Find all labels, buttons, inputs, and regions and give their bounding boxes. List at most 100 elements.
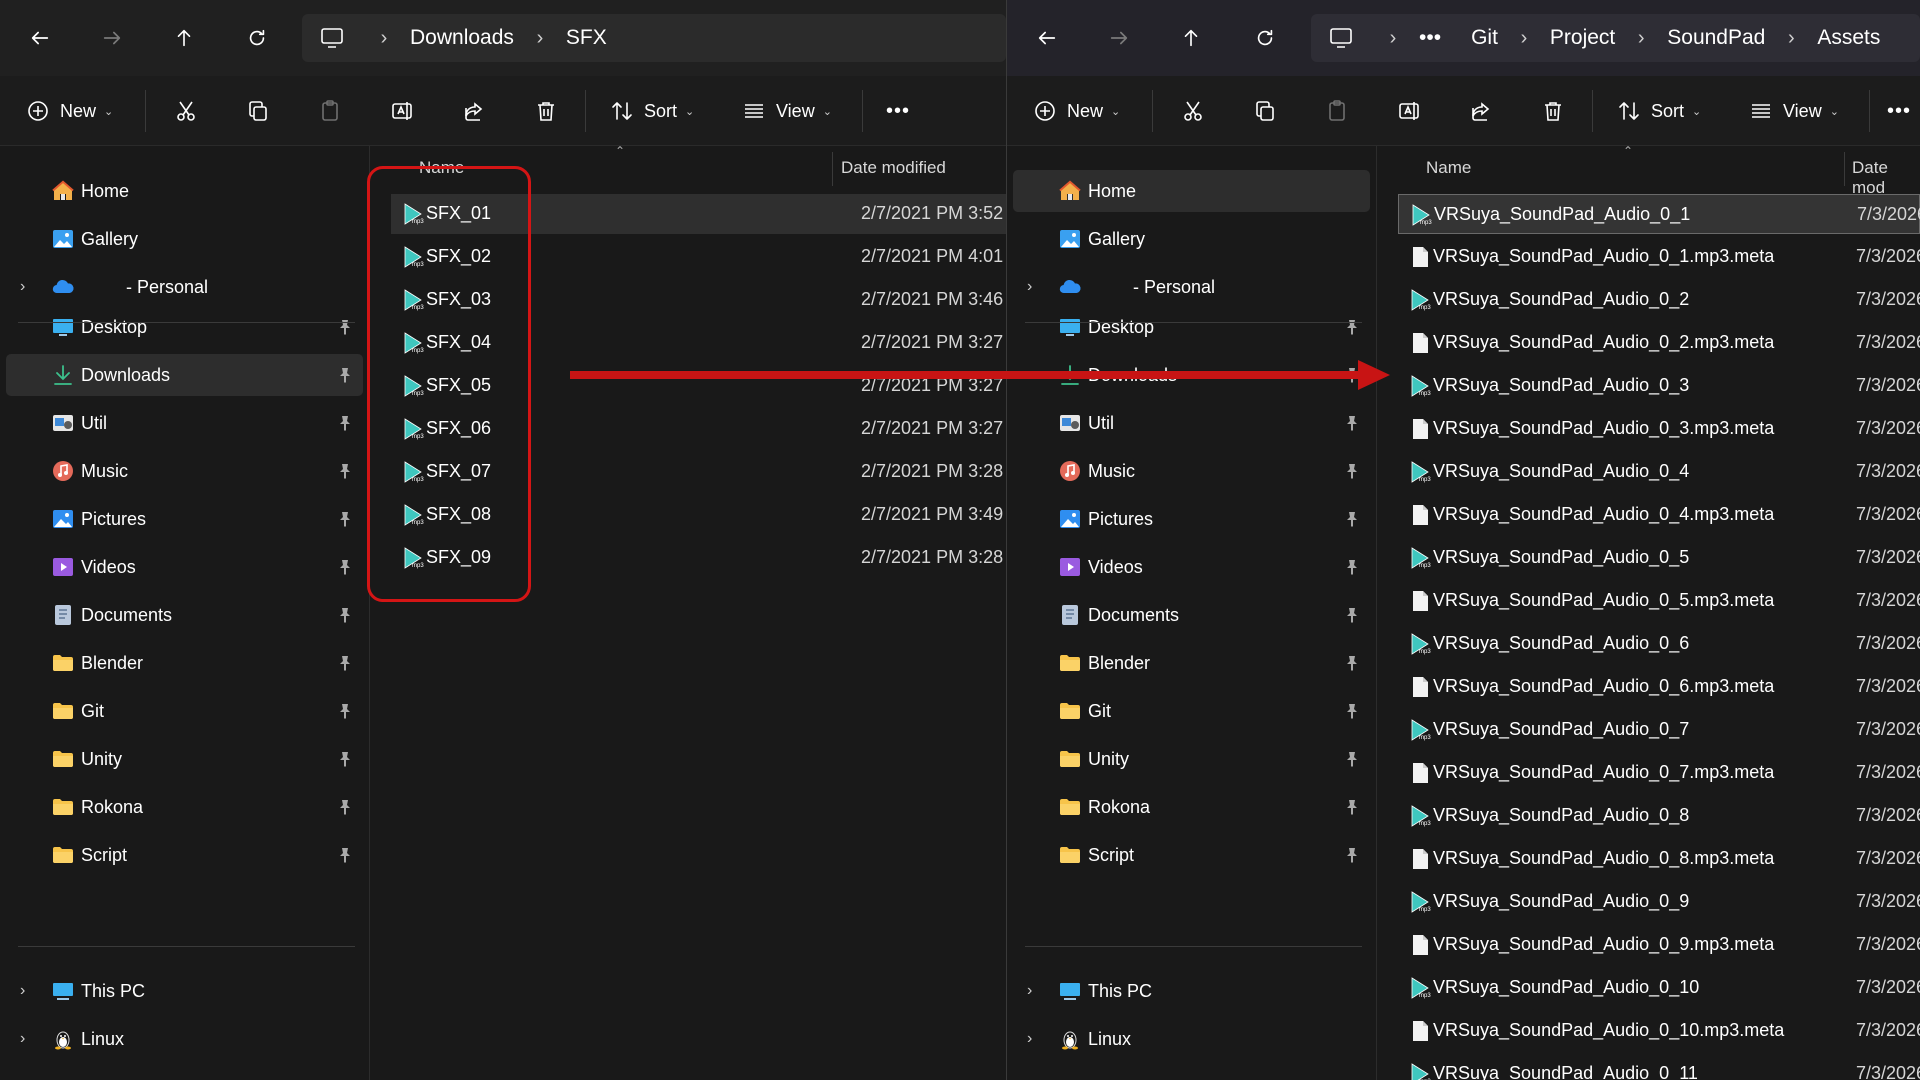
sidebar-item-rokona[interactable]: Rokona bbox=[6, 786, 363, 828]
column-date-header[interactable]: Date modified bbox=[841, 158, 946, 178]
refresh-button[interactable] bbox=[1247, 20, 1283, 56]
sidebar-item-this-pc[interactable]: › This PC bbox=[1013, 970, 1370, 1012]
back-button[interactable] bbox=[22, 20, 58, 56]
file-row[interactable]: VRSuya_SoundPad_Audio_0_2.mp3.meta 7/3/20… bbox=[1398, 323, 1920, 363]
sidebar-item-this-pc[interactable]: › This PC bbox=[6, 970, 363, 1012]
copy-button[interactable] bbox=[246, 88, 270, 134]
sidebar-item-linux[interactable]: › Linux bbox=[6, 1018, 363, 1060]
file-row[interactable]: mp3 VRSuya_SoundPad_Audio_0_4 7/3/2026 bbox=[1398, 452, 1920, 492]
file-row[interactable]: mp3 VRSuya_SoundPad_Audio_0_5 7/3/2026 bbox=[1398, 538, 1920, 578]
share-button[interactable] bbox=[1469, 88, 1493, 134]
sidebar-item-unity[interactable]: Unity bbox=[6, 738, 363, 780]
sidebar-item-blender[interactable]: Blender bbox=[1013, 642, 1370, 684]
cut-button[interactable] bbox=[1181, 88, 1205, 134]
sidebar-item-gallery[interactable]: Gallery bbox=[6, 218, 363, 260]
sidebar-item-music[interactable]: Music bbox=[1013, 450, 1370, 492]
back-button[interactable] bbox=[1029, 20, 1065, 56]
up-button[interactable] bbox=[166, 20, 202, 56]
breadcrumb-item[interactable]: SFX bbox=[562, 26, 611, 50]
chevron-right-icon[interactable]: › bbox=[1027, 1030, 1047, 1048]
paste-button[interactable] bbox=[318, 88, 342, 134]
paste-button[interactable] bbox=[1325, 88, 1349, 134]
cut-button[interactable] bbox=[174, 88, 198, 134]
monitor-icon[interactable] bbox=[302, 27, 362, 49]
new-button[interactable]: New ⌄ bbox=[1033, 88, 1120, 134]
sidebar-item-documents[interactable]: Documents bbox=[6, 594, 363, 636]
sidebar-item-pictures[interactable]: Pictures bbox=[6, 498, 363, 540]
sidebar-item-script[interactable]: Script bbox=[6, 834, 363, 876]
file-row[interactable]: VRSuya_SoundPad_Audio_0_4.mp3.meta 7/3/20… bbox=[1398, 495, 1920, 535]
sidebar-item-personal[interactable]: › - Personal bbox=[6, 266, 363, 308]
file-row[interactable]: mp3 VRSuya_SoundPad_Audio_0_6 7/3/2026 bbox=[1398, 624, 1920, 664]
file-row[interactable]: mp3 VRSuya_SoundPad_Audio_0_9 7/3/2026 bbox=[1398, 882, 1920, 922]
more-options-button[interactable]: ••• bbox=[1887, 88, 1911, 134]
forward-button[interactable] bbox=[94, 20, 130, 56]
file-row[interactable]: mp3 VRSuya_SoundPad_Audio_0_3 7/3/2026 bbox=[1398, 366, 1920, 406]
sidebar-item-personal[interactable]: › - Personal bbox=[1013, 266, 1370, 308]
more-options-button[interactable]: ••• bbox=[886, 88, 910, 134]
chevron-right-icon[interactable]: › bbox=[20, 1030, 40, 1048]
new-button[interactable]: New ⌄ bbox=[26, 88, 113, 134]
view-button[interactable]: View ⌄ bbox=[1749, 88, 1839, 134]
file-row[interactable]: mp3 VRSuya_SoundPad_Audio_0_7 7/3/2026 bbox=[1398, 710, 1920, 750]
chevron-right-icon[interactable]: › bbox=[20, 982, 40, 1000]
rename-button[interactable] bbox=[1397, 88, 1421, 134]
sidebar-item-videos[interactable]: Videos bbox=[1013, 546, 1370, 588]
sidebar-item-util[interactable]: Util bbox=[6, 402, 363, 444]
sidebar-item-music[interactable]: Music bbox=[6, 450, 363, 492]
sidebar-item-unity[interactable]: Unity bbox=[1013, 738, 1370, 780]
sidebar-item-downloads[interactable]: Downloads bbox=[6, 354, 363, 396]
file-row[interactable]: mp3 VRSuya_SoundPad_Audio_0_2 7/3/2026 bbox=[1398, 280, 1920, 320]
breadcrumb-item[interactable]: Downloads bbox=[406, 26, 518, 50]
forward-button[interactable] bbox=[1101, 20, 1137, 56]
sidebar-item-home[interactable]: Home bbox=[6, 170, 363, 212]
delete-button[interactable] bbox=[534, 88, 558, 134]
rename-button[interactable] bbox=[390, 88, 414, 134]
file-row[interactable]: VRSuya_SoundPad_Audio_0_1.mp3.meta 7/3/20… bbox=[1398, 237, 1920, 277]
file-row[interactable]: VRSuya_SoundPad_Audio_0_9.mp3.meta 7/3/20… bbox=[1398, 925, 1920, 965]
chevron-right-icon[interactable]: › bbox=[1027, 278, 1047, 296]
chevron-right-icon[interactable]: › bbox=[20, 278, 40, 296]
refresh-button[interactable] bbox=[239, 20, 275, 56]
view-button[interactable]: View ⌄ bbox=[742, 88, 832, 134]
file-row[interactable]: mp3 VRSuya_SoundPad_Audio_0_10 7/3/2026 bbox=[1398, 968, 1920, 1008]
sort-button[interactable]: Sort ⌄ bbox=[610, 88, 694, 134]
breadcrumb[interactable]: › Downloads › SFX bbox=[302, 14, 1006, 62]
column-date-header[interactable]: Date mod bbox=[1852, 158, 1920, 198]
file-row[interactable]: VRSuya_SoundPad_Audio_0_6.mp3.meta 7/3/20… bbox=[1398, 667, 1920, 707]
breadcrumb-item[interactable]: Project bbox=[1546, 26, 1619, 50]
sidebar-item-documents[interactable]: Documents bbox=[1013, 594, 1370, 636]
sidebar-item-blender[interactable]: Blender bbox=[6, 642, 363, 684]
sidebar-item-pictures[interactable]: Pictures bbox=[1013, 498, 1370, 540]
delete-button[interactable] bbox=[1541, 88, 1565, 134]
breadcrumb-item[interactable]: SoundPad bbox=[1663, 26, 1769, 50]
breadcrumb-item[interactable]: Git bbox=[1467, 26, 1502, 50]
share-button[interactable] bbox=[462, 88, 486, 134]
sort-button[interactable]: Sort ⌄ bbox=[1617, 88, 1701, 134]
breadcrumb-overflow[interactable]: ••• bbox=[1415, 26, 1445, 50]
sidebar-item-videos[interactable]: Videos bbox=[6, 546, 363, 588]
chevron-right-icon[interactable]: › bbox=[1027, 982, 1047, 1000]
copy-button[interactable] bbox=[1253, 88, 1277, 134]
monitor-icon[interactable] bbox=[1311, 27, 1371, 49]
sidebar-item-linux[interactable]: › Linux bbox=[1013, 1018, 1370, 1060]
file-row[interactable]: mp3VRSuya_SoundPad_Audio_0_1 7/3/2026 bbox=[1398, 194, 1920, 234]
file-row[interactable]: VRSuya_SoundPad_Audio_0_10.mp3.meta 7/3/2… bbox=[1398, 1011, 1920, 1051]
sidebar-item-git[interactable]: Git bbox=[6, 690, 363, 732]
sidebar-item-util[interactable]: Util bbox=[1013, 402, 1370, 444]
breadcrumb[interactable]: › ••• Git › Project › SoundPad › Assets bbox=[1311, 14, 1920, 62]
file-row[interactable]: VRSuya_SoundPad_Audio_0_8.mp3.meta 7/3/20… bbox=[1398, 839, 1920, 879]
column-name-header[interactable]: Name bbox=[1426, 158, 1471, 178]
up-button[interactable] bbox=[1173, 20, 1209, 56]
file-row[interactable]: VRSuya_SoundPad_Audio_0_5.mp3.meta 7/3/20… bbox=[1398, 581, 1920, 621]
sidebar-item-rokona[interactable]: Rokona bbox=[1013, 786, 1370, 828]
sidebar-item-git[interactable]: Git bbox=[1013, 690, 1370, 732]
file-row[interactable]: VRSuya_SoundPad_Audio_0_3.mp3.meta 7/3/20… bbox=[1398, 409, 1920, 449]
sidebar-item-home[interactable]: Home bbox=[1013, 170, 1370, 212]
breadcrumb-item[interactable]: Assets bbox=[1813, 26, 1884, 50]
file-row[interactable]: mp3VRSuya_SoundPad_Audio_0_11 7/3/2026 bbox=[1398, 1054, 1920, 1080]
sidebar-item-desktop[interactable]: Desktop bbox=[6, 306, 363, 348]
sidebar-item-script[interactable]: Script bbox=[1013, 834, 1370, 876]
file-row[interactable]: mp3 VRSuya_SoundPad_Audio_0_8 7/3/2026 bbox=[1398, 796, 1920, 836]
sidebar-item-gallery[interactable]: Gallery bbox=[1013, 218, 1370, 260]
